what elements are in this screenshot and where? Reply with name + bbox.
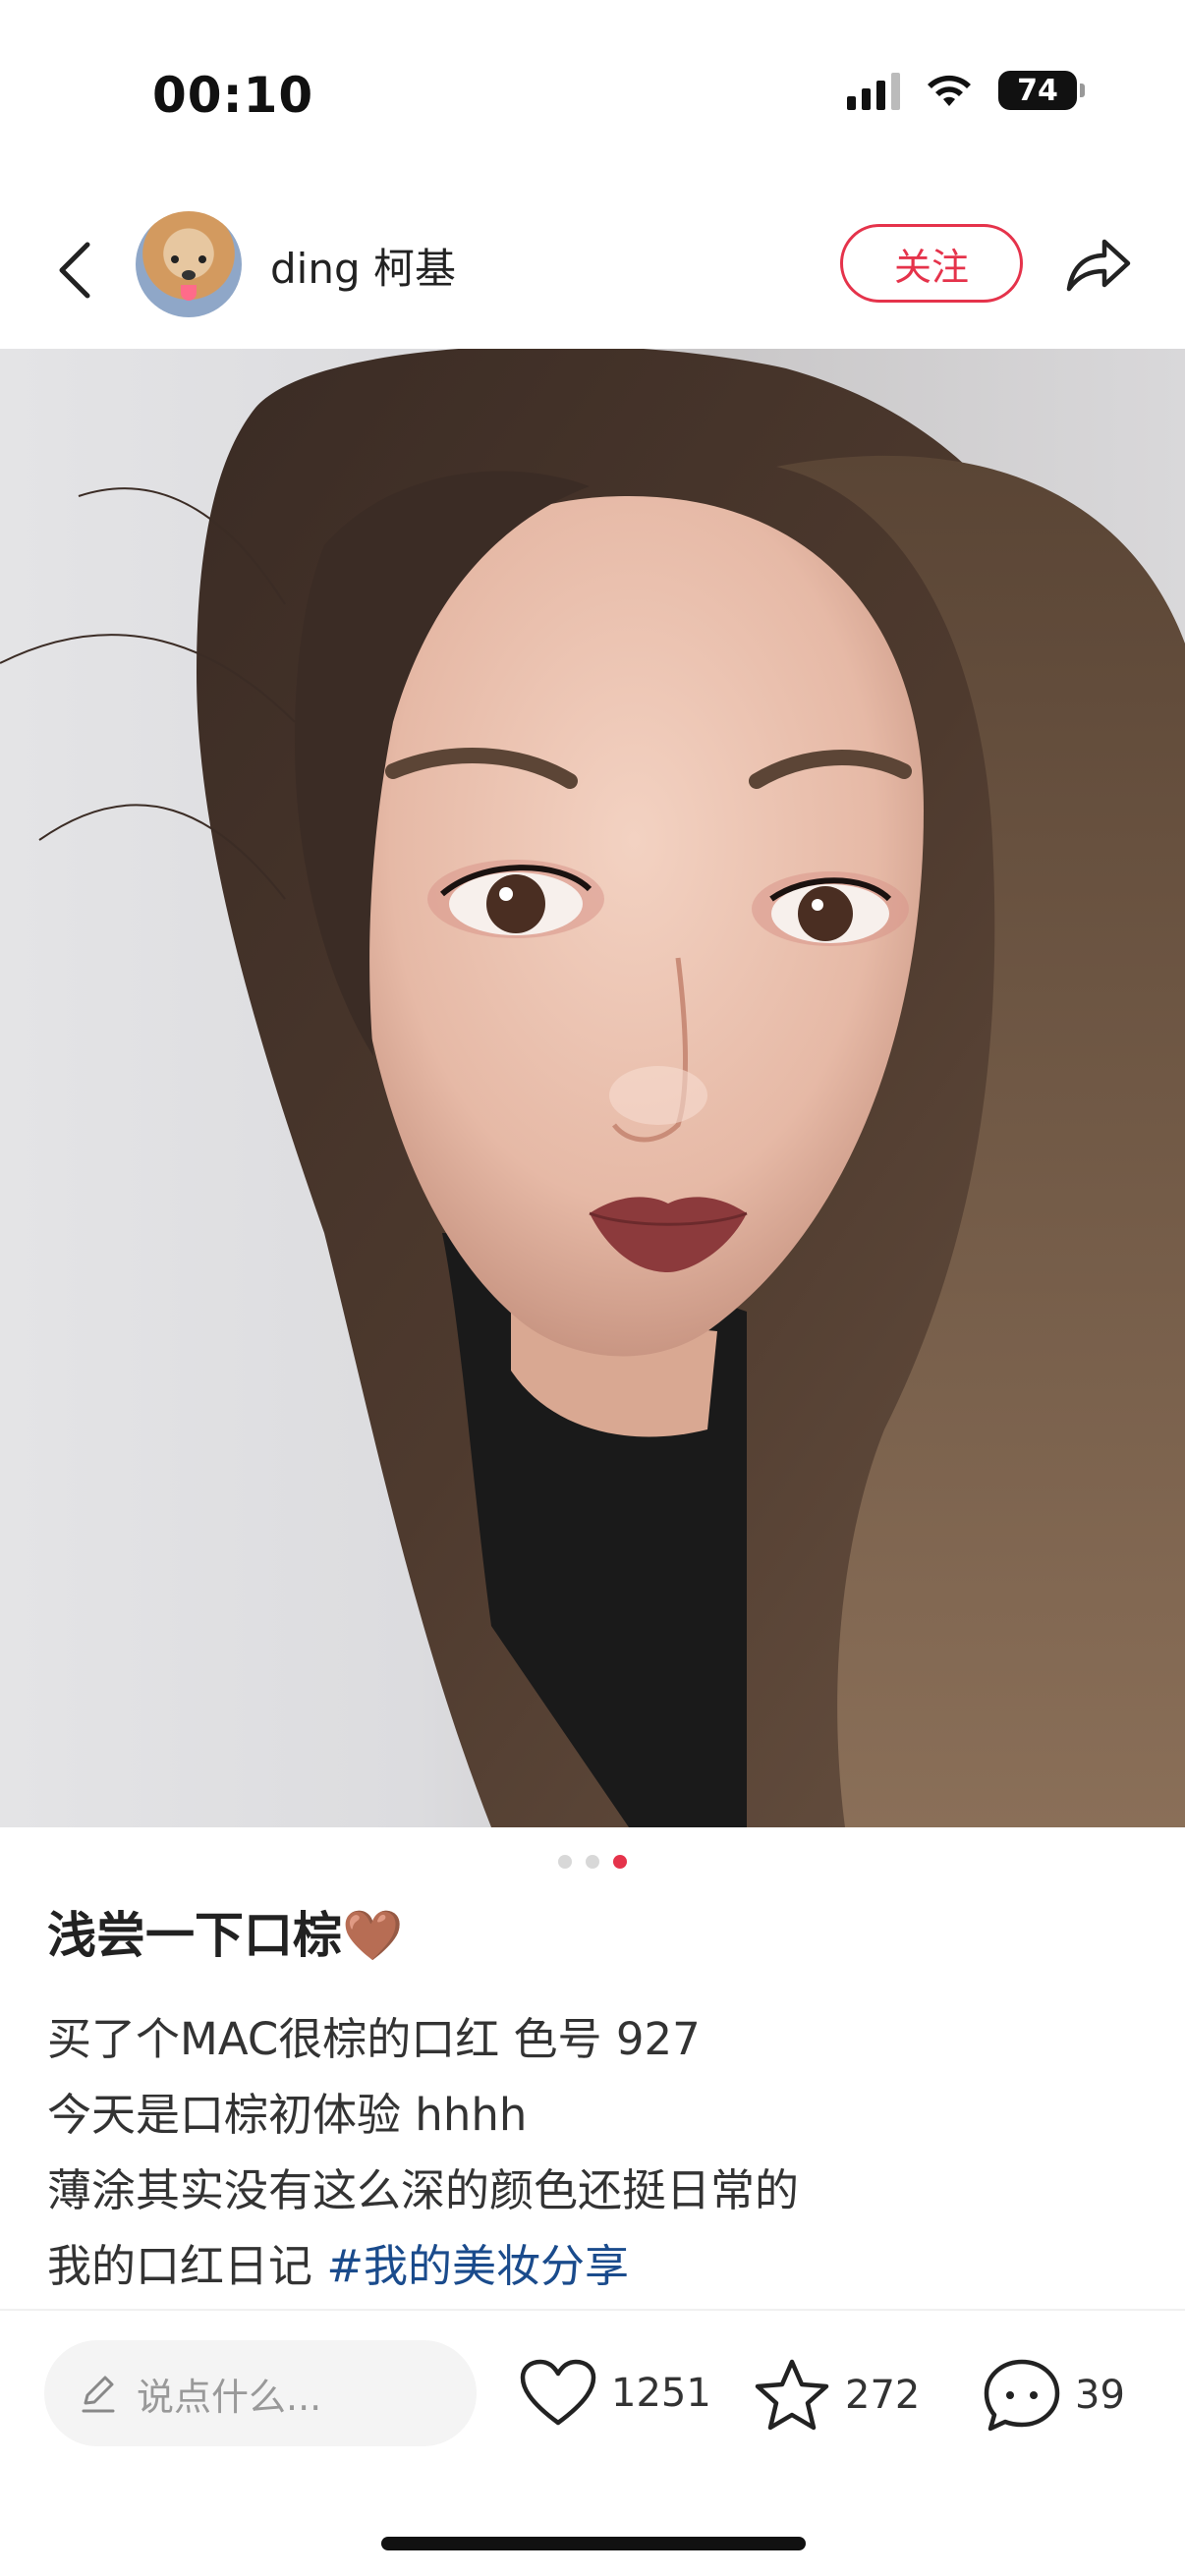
comment-bubble-icon [984,2359,1060,2432]
like-count: 1251 [611,2371,711,2416]
carousel-dot-active[interactable] [613,1855,627,1869]
comment-button[interactable]: 39 [983,2358,1125,2433]
comment-count: 39 [1075,2373,1125,2418]
home-indicator[interactable] [381,2537,806,2550]
bottom-action-bar: 说点什么... 1251 272 39 [0,2311,1185,2478]
status-indicators: 74 [847,71,1085,110]
post-header: ding 柯基 关注 [0,187,1185,349]
post-line-with-tag: 我的口红日记 #我的美妆分享 [47,2228,1138,2304]
carousel-indicator [0,1855,1185,1869]
battery-icon: 74 [998,71,1085,110]
post-photo[interactable] [0,349,1185,1827]
portrait-image [0,349,1185,1827]
avatar-nose [182,270,196,280]
status-bar: 00:10 74 [0,0,1185,187]
carousel-dot[interactable] [586,1855,599,1869]
star-icon [755,2359,829,2431]
favorite-count: 272 [845,2373,921,2418]
signal-icon [847,71,900,110]
avatar[interactable] [136,211,242,317]
status-time: 00:10 [152,67,314,124]
wifi-icon [928,75,971,106]
heart-icon [520,2359,596,2426]
post-line: 薄涂其实没有这么深的颜色还挺日常的 [47,2164,800,2216]
post-line: 今天是口棕初体验 hhhh [47,2089,528,2141]
post-title: 浅尝一下口棕🤎 [47,1907,404,1964]
comment-input[interactable]: 说点什么... [44,2340,477,2446]
avatar-tongue [181,285,197,301]
favorite-button[interactable]: 272 [753,2358,920,2433]
hashtag-link[interactable]: #我的美妆分享 [326,2240,629,2292]
share-button[interactable] [1061,230,1136,299]
avatar-eye [171,255,179,263]
carousel-dot[interactable] [558,1855,572,1869]
post-line: 买了个MAC很棕的口红 色号 927 [47,2013,701,2065]
avatar-eye [198,255,206,263]
username[interactable]: ding 柯基 [270,236,456,296]
post-content: 浅尝一下口棕🤎 买了个MAC很棕的口红 色号 927 今天是口棕初体验 hhhh… [47,1901,1138,2304]
back-button[interactable] [44,231,113,309]
follow-button[interactable]: 关注 [840,224,1023,303]
post-line-text: 我的口红日记 [47,2240,327,2292]
pencil-icon [82,2376,115,2413]
like-button[interactable]: 1251 [519,2358,711,2429]
comment-placeholder: 说点什么... [137,2375,322,2419]
